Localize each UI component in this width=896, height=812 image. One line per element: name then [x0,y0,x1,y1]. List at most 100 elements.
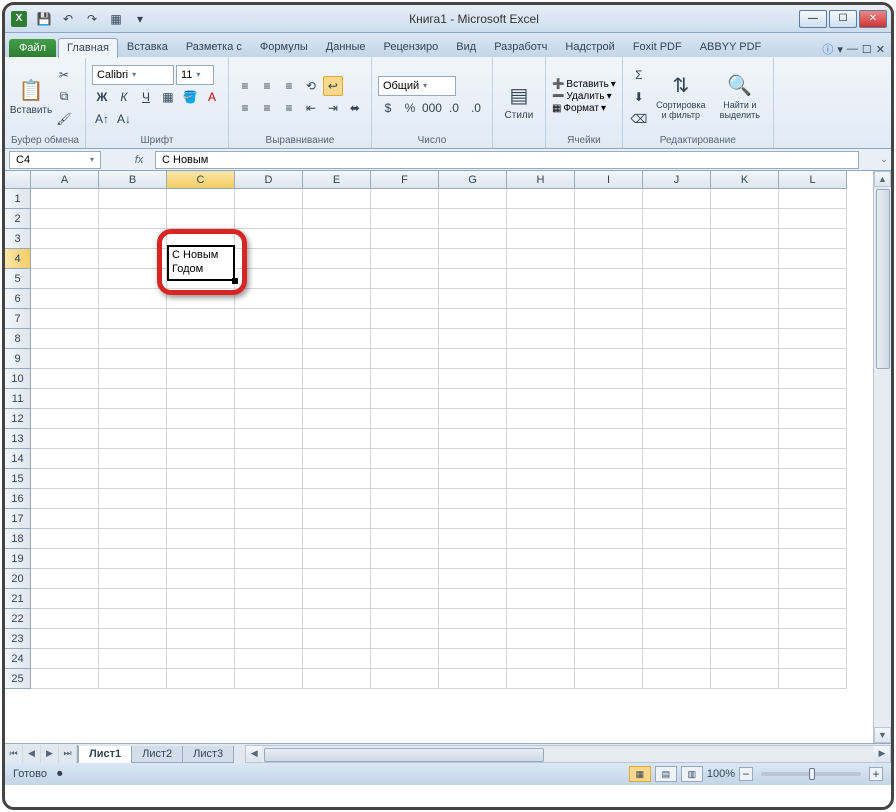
cell-I14[interactable] [575,449,643,469]
macro-record-icon[interactable]: ⏺ [57,768,63,781]
cell-D16[interactable] [235,489,303,509]
row-header-7[interactable]: 7 [5,309,31,329]
cell-E5[interactable] [303,269,371,289]
cell-A9[interactable] [31,349,99,369]
find-select-button[interactable]: 🔍Найти и выделить [713,65,767,129]
cell-B8[interactable] [99,329,167,349]
col-header-G[interactable]: G [439,171,507,189]
cell-K21[interactable] [711,589,779,609]
cell-H14[interactable] [507,449,575,469]
cell-F14[interactable] [371,449,439,469]
align-top-icon[interactable]: ≡ [235,76,255,96]
cell-I23[interactable] [575,629,643,649]
cell-H2[interactable] [507,209,575,229]
row-header-15[interactable]: 15 [5,469,31,489]
merge-button[interactable]: ⬌ [345,98,365,118]
copy-icon[interactable]: ⧉ [54,87,74,107]
zoom-out-button[interactable]: − [739,767,753,781]
row-header-18[interactable]: 18 [5,529,31,549]
cell-H10[interactable] [507,369,575,389]
cell-H4[interactable] [507,249,575,269]
cell-C24[interactable] [167,649,235,669]
bold-button[interactable]: Ж [92,87,112,107]
cell-L15[interactable] [779,469,847,489]
cell-A8[interactable] [31,329,99,349]
cell-B25[interactable] [99,669,167,689]
cell-L23[interactable] [779,629,847,649]
cell-C2[interactable] [167,209,235,229]
cell-A4[interactable] [31,249,99,269]
cell-I2[interactable] [575,209,643,229]
fill-color-button[interactable]: 🪣 [180,87,200,107]
cell-I10[interactable] [575,369,643,389]
cell-I16[interactable] [575,489,643,509]
cell-E15[interactable] [303,469,371,489]
cell-I8[interactable] [575,329,643,349]
decrease-decimal-icon[interactable]: .0 [466,98,486,118]
cell-H20[interactable] [507,569,575,589]
cell-L21[interactable] [779,589,847,609]
cell-C6[interactable] [167,289,235,309]
ribbon-tab-4[interactable]: Данные [317,37,375,57]
cell-K10[interactable] [711,369,779,389]
col-header-K[interactable]: K [711,171,779,189]
col-header-C[interactable]: C [167,171,235,189]
row-header-22[interactable]: 22 [5,609,31,629]
cell-J15[interactable] [643,469,711,489]
cell-A12[interactable] [31,409,99,429]
cell-D4[interactable] [235,249,303,269]
increase-decimal-icon[interactable]: .0 [444,98,464,118]
cell-E13[interactable] [303,429,371,449]
file-tab[interactable]: Файл [9,39,56,57]
font-name-combo[interactable]: Calibri▾ [92,65,174,85]
sheet-first-icon[interactable]: ⏮ [5,745,23,763]
cell-H21[interactable] [507,589,575,609]
zoom-in-button[interactable]: + [869,767,883,781]
cell-E10[interactable] [303,369,371,389]
cell-G2[interactable] [439,209,507,229]
scroll-left-icon[interactable]: ◀ [246,746,262,762]
cell-E12[interactable] [303,409,371,429]
spreadsheet-grid[interactable]: ABCDEFGHIJKL 123456789101112131415161718… [5,171,891,743]
cell-H7[interactable] [507,309,575,329]
cell-L25[interactable] [779,669,847,689]
cell-E1[interactable] [303,189,371,209]
cell-K12[interactable] [711,409,779,429]
cell-J6[interactable] [643,289,711,309]
cell-E17[interactable] [303,509,371,529]
normal-view-button[interactable]: ▦ [629,766,651,782]
cell-K19[interactable] [711,549,779,569]
col-header-A[interactable]: A [31,171,99,189]
cell-E16[interactable] [303,489,371,509]
save-icon[interactable]: 💾 [33,9,55,29]
sheet-tab-1[interactable]: Лист2 [131,746,183,763]
align-left-icon[interactable]: ≡ [235,98,255,118]
cell-A5[interactable] [31,269,99,289]
cell-D15[interactable] [235,469,303,489]
cell-F16[interactable] [371,489,439,509]
cell-I25[interactable] [575,669,643,689]
cell-K3[interactable] [711,229,779,249]
cell-D10[interactable] [235,369,303,389]
cell-B6[interactable] [99,289,167,309]
cell-A16[interactable] [31,489,99,509]
zoom-slider[interactable] [761,772,861,776]
cell-I4[interactable] [575,249,643,269]
cell-C22[interactable] [167,609,235,629]
cell-I15[interactable] [575,469,643,489]
cell-L20[interactable] [779,569,847,589]
cell-G22[interactable] [439,609,507,629]
cell-D7[interactable] [235,309,303,329]
ribbon-tab-0[interactable]: Главная [58,38,118,58]
paste-button[interactable]: 📋Вставить [11,65,51,129]
horizontal-scrollbar[interactable]: ◀ ▶ [245,745,891,763]
cell-A13[interactable] [31,429,99,449]
cell-K2[interactable] [711,209,779,229]
cell-K25[interactable] [711,669,779,689]
sheet-next-icon[interactable]: ▶ [41,745,59,763]
clear-icon[interactable]: ⌫ [629,109,649,129]
cell-J11[interactable] [643,389,711,409]
cell-F24[interactable] [371,649,439,669]
cell-K14[interactable] [711,449,779,469]
minimize-ribbon-icon[interactable]: ▾ [837,43,843,56]
